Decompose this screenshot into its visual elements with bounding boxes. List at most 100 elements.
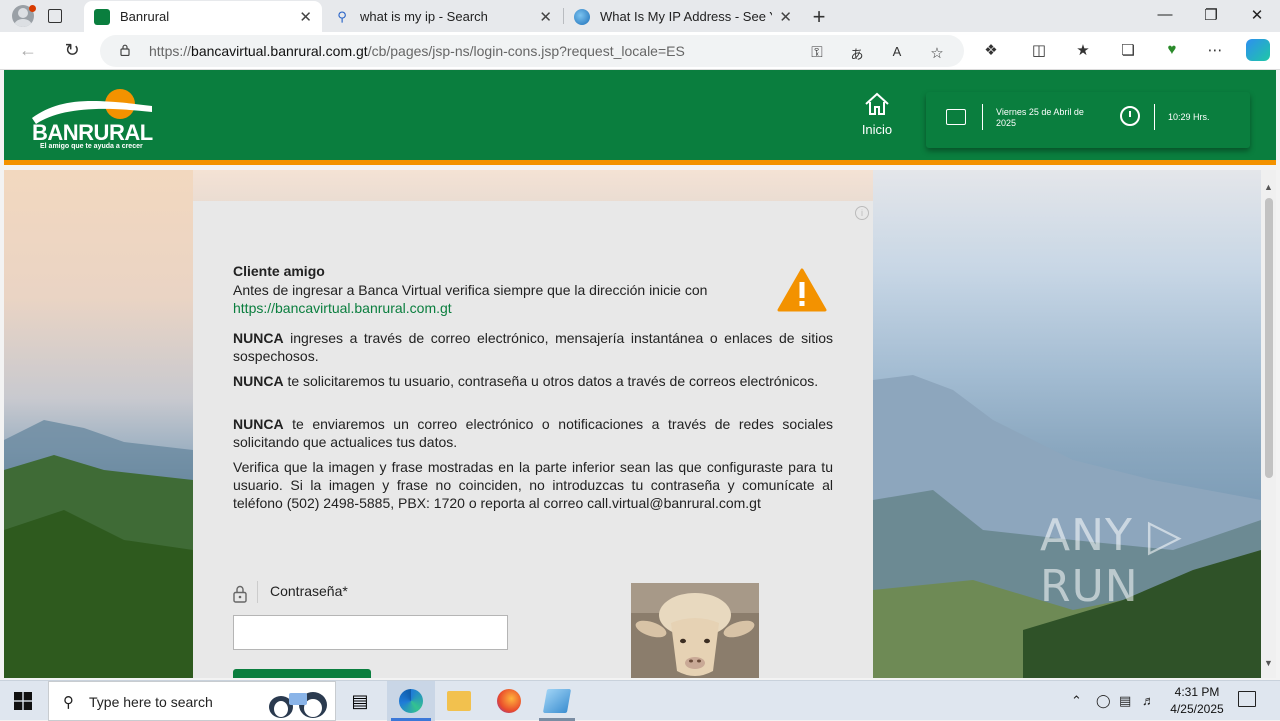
padlock-icon [233, 585, 247, 603]
banrural-logo[interactable]: BANRURAL El amigo que te ayuda a crecer [30, 88, 156, 152]
tab-title: Banrural [120, 9, 170, 24]
search-placeholder: Type here to search [89, 694, 213, 710]
divider [1154, 104, 1155, 130]
taskbar-search[interactable]: ⚲ Type here to search [48, 681, 336, 721]
scroll-down-icon[interactable]: ▼ [1264, 658, 1273, 668]
warning-text: ingreses a través de correo electrónico,… [233, 330, 833, 364]
close-tab-icon[interactable]: ✕ [299, 8, 312, 26]
network-icon[interactable]: ▤ [1119, 693, 1131, 709]
date-text: Viernes 25 de Abril de 2025 [996, 107, 1084, 128]
time-text: 10:29 Hrs. [1168, 112, 1210, 122]
warning-strong: NUNCA [233, 373, 284, 389]
banrural-favicon-icon [94, 8, 110, 25]
warning-item: NUNCA te solicitaremos tu usuario, contr… [233, 372, 833, 390]
notice-intro-text: Antes de ingresar a Banca Virtual verifi… [233, 282, 708, 298]
profile-badge [29, 5, 36, 12]
logo-tagline: El amigo que te ayuda a crecer [40, 143, 143, 150]
more-icon[interactable]: ⋯ [1204, 41, 1226, 59]
field-divider [257, 581, 258, 603]
star-icon[interactable]: ☆ [926, 44, 948, 62]
sheep-image [631, 583, 759, 678]
edge-icon[interactable] [399, 689, 423, 713]
performance-icon[interactable]: ♥ [1161, 41, 1183, 58]
translate-icon[interactable]: あ [846, 44, 868, 63]
key-icon[interactable]: ⚿ [806, 44, 828, 61]
url-host: bancavirtual.banrural.com.gt [191, 43, 368, 59]
windows-taskbar: ⚲ Type here to search ▤ ⌃ ◯ ▤ ♬ 4:31 PM … [0, 680, 1280, 721]
volume-icon[interactable]: ♬ [1142, 693, 1155, 708]
site-header: BANRURAL El amigo que te ayuda a crecer … [4, 70, 1276, 165]
browser-tab-strip: Banrural ✕ ⚲ what is my ip - Search ✕ Wh… [0, 0, 1280, 32]
security-image [631, 583, 759, 678]
tab-title: What Is My IP Address - See Your [600, 9, 772, 24]
extensions-icon[interactable]: ❖ [980, 41, 1002, 59]
back-icon[interactable]: ← [16, 40, 40, 61]
url-prefix: https:// [149, 43, 192, 59]
mountains-left-image [4, 420, 193, 678]
home-icon [865, 92, 889, 115]
tab-title: what is my ip - Search [360, 9, 488, 24]
info-icon[interactable]: i [855, 206, 869, 220]
notification-icon[interactable] [1238, 691, 1256, 707]
close-window-button[interactable]: ✕ [1247, 6, 1267, 24]
minimize-button[interactable]: — [1155, 6, 1175, 23]
search-icon: ⚲ [337, 8, 347, 24]
verify-instructions: Verifica que la imagen y frase mostradas… [233, 459, 833, 511]
page-scrollbar[interactable]: ▲ ▼ [1261, 170, 1276, 678]
address-toolbar: ← ↻ https://bancavirtual.banrural.com.gt… [0, 32, 1280, 70]
url-path: /cb/pages/jsp-ns/login-cons.jsp?request_… [367, 43, 685, 59]
tab-whatismyip[interactable]: What Is My IP Address - See Your ✕ [564, 1, 802, 32]
clock-time: 4:31 PM [1174, 685, 1220, 699]
collections-icon[interactable]: ❏ [1117, 41, 1139, 59]
warning-text: te enviaremos un correo electrónico o no… [233, 416, 833, 450]
url-text[interactable]: https://bancavirtual.banrural.com.gt/cb/… [149, 43, 685, 59]
divider [982, 104, 983, 130]
tray-chevron-icon[interactable]: ⌃ [1071, 693, 1082, 709]
address-bar[interactable]: https://bancavirtual.banrural.com.gt/cb/… [100, 35, 964, 67]
warning-strong: NUNCA [233, 330, 284, 346]
refresh-icon[interactable]: ↻ [60, 40, 84, 61]
home-link[interactable]: Inicio [852, 92, 902, 137]
password-input[interactable] [233, 615, 508, 650]
security-tray-icon[interactable]: ◯ [1096, 693, 1111, 709]
login-button[interactable] [233, 669, 371, 678]
clock-date: 4/25/2025 [1170, 702, 1224, 716]
warning-icon [777, 268, 827, 312]
date-time-box: Viernes 25 de Abril de 2025 10:29 Hrs. [926, 92, 1250, 148]
warning-text: te solicitaremos tu usuario, contraseña … [283, 373, 819, 389]
tab-search[interactable]: ⚲ what is my ip - Search ✕ [324, 1, 562, 32]
warning-item: NUNCA ingreses a través de correo electr… [233, 329, 833, 365]
tab-strip-left [0, 0, 84, 32]
scroll-up-icon[interactable]: ▲ [1264, 182, 1273, 192]
windows-icon[interactable] [14, 692, 32, 710]
new-tab-button[interactable]: + [808, 4, 830, 30]
favorites-icon[interactable]: ★ [1072, 41, 1094, 59]
notepad-icon[interactable] [542, 689, 572, 713]
warning-item: NUNCA te enviaremos un correo electrónic… [233, 415, 833, 451]
taskbar-clock[interactable]: 4:31 PM 4/25/2025 [1162, 684, 1232, 718]
warning-strong: NUNCA [233, 416, 284, 432]
scroll-thumb[interactable] [1265, 198, 1273, 478]
close-tab-icon[interactable]: ✕ [539, 8, 552, 26]
read-aloud-icon[interactable]: A [886, 44, 908, 59]
search-icon: ⚲ [63, 694, 74, 711]
clock-icon [1120, 106, 1140, 126]
split-screen-icon[interactable]: ◫ [1028, 41, 1050, 59]
password-label: Contraseña* [270, 583, 348, 599]
tab-actions-icon[interactable] [48, 9, 62, 23]
maximize-button[interactable]: ❐ [1201, 6, 1221, 24]
web-page: BANRURAL El amigo que te ayuda a crecer … [4, 70, 1276, 678]
home-label: Inicio [861, 122, 893, 137]
close-tab-icon[interactable]: ✕ [779, 8, 792, 26]
tab-banrural[interactable]: Banrural ✕ [84, 1, 322, 32]
firefox-icon[interactable] [497, 689, 521, 713]
copilot-icon[interactable] [1246, 39, 1270, 61]
file-explorer-icon[interactable] [447, 691, 471, 711]
task-view-icon[interactable]: ▤ [348, 689, 372, 713]
official-url-link[interactable]: https://bancavirtual.banrural.com.gt [233, 300, 452, 316]
search-highlight-icon [269, 692, 327, 718]
notice-title: Cliente amigo [233, 263, 325, 279]
login-card: i Cliente amigo Antes de ingresar a Banc… [193, 201, 873, 678]
lock-icon[interactable] [120, 44, 130, 56]
notice-intro: Antes de ingresar a Banca Virtual verifi… [233, 281, 759, 317]
